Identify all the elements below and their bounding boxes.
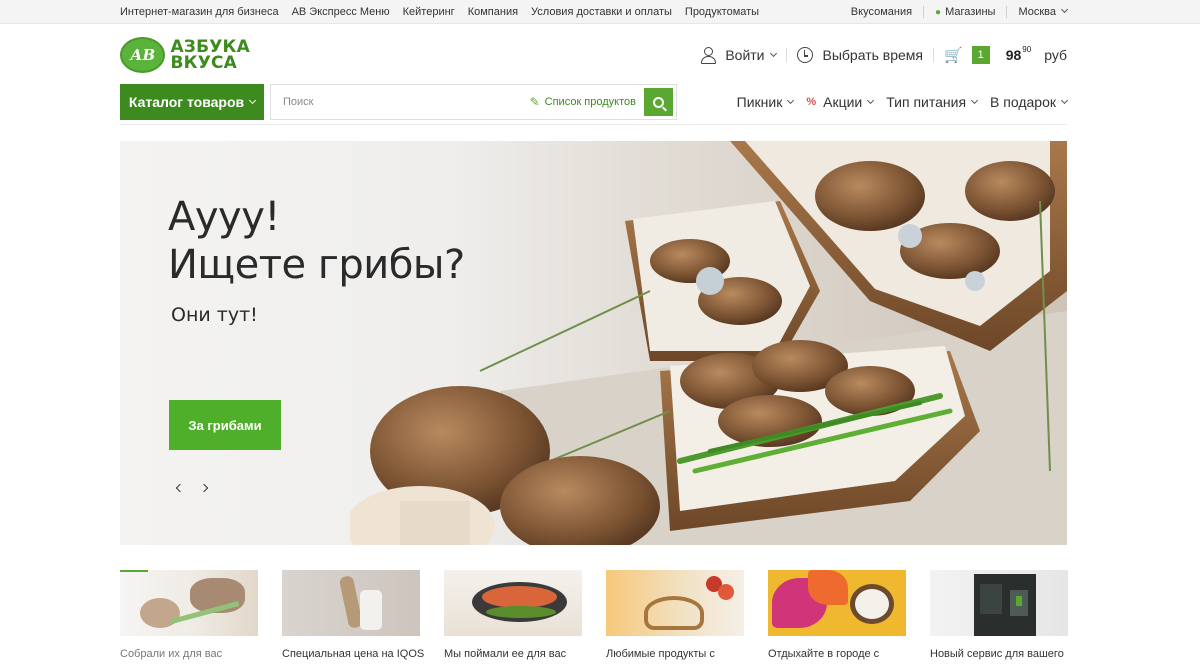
carousel-prev-button[interactable]: [173, 481, 187, 495]
cart-total-cents: 90: [1022, 45, 1032, 54]
choose-time-label: Выбрать время: [822, 47, 924, 63]
city-selector[interactable]: Москва: [1018, 5, 1069, 18]
city-label: Москва: [1018, 6, 1056, 18]
chevron-down-icon: [971, 96, 979, 105]
cart-button[interactable]: 🛒 1 9890 руб: [944, 45, 1067, 64]
clock-icon: [796, 47, 813, 63]
user-icon: [700, 47, 717, 64]
nav-promo-label: Акции: [823, 94, 863, 110]
promo-card-caption: Отдыхайте в городе с: [768, 648, 880, 660]
promo-card-caption: Мы поймали ее для вас: [444, 648, 567, 660]
promo-card-caption: Новый сервис для вашего: [930, 648, 1064, 660]
divider: [923, 6, 925, 18]
link-vending[interactable]: Продуктоматы: [685, 6, 759, 18]
search-box: Поиск ✎ Список продуктов: [270, 84, 677, 120]
promo-card-image: [444, 570, 582, 636]
hero-title-line-1: Аууу!: [168, 194, 280, 240]
promo-card-image: [120, 570, 258, 636]
promo-card[interactable]: Отдыхайте в городе с: [768, 570, 906, 664]
carousel-next-button[interactable]: [197, 481, 211, 495]
link-delivery-payment[interactable]: Условия доставки и оплаты: [531, 6, 672, 18]
stores-label: Магазины: [945, 6, 996, 18]
link-ab-express-menu[interactable]: АВ Экспресс Меню: [292, 6, 390, 18]
divider: [1006, 6, 1008, 18]
active-indicator: [120, 570, 148, 572]
promo-card[interactable]: Любимые продукты с: [606, 570, 744, 664]
nav-diet-label: Тип питания: [886, 94, 967, 110]
nav-gift-label: В подарок: [990, 94, 1056, 110]
login-button[interactable]: Войти: [700, 47, 777, 64]
location-pin-icon: ●: [935, 7, 942, 18]
catalog-button[interactable]: Каталог товаров: [120, 84, 264, 120]
search-input[interactable]: Поиск: [283, 85, 313, 119]
hero-cta-button[interactable]: За грибами: [169, 400, 281, 450]
chevron-down-icon: [769, 49, 777, 58]
shopping-list-label: Список продуктов: [544, 96, 636, 108]
hero-title: Аууу! Ищете грибы?: [168, 193, 465, 289]
link-company[interactable]: Компания: [468, 6, 518, 18]
percent-icon: %: [806, 96, 817, 108]
chevron-down-icon: [249, 96, 257, 105]
hero-banner: Аууу! Ищете грибы? Они тут! За грибами: [120, 141, 1067, 545]
cart-total: 9890: [1005, 45, 1032, 63]
nav-gift[interactable]: В подарок: [990, 94, 1069, 110]
promo-card[interactable]: Новый сервис для вашего: [930, 570, 1068, 664]
divider: [933, 48, 935, 62]
promo-card-image: [930, 570, 1068, 636]
link-stores[interactable]: ● Магазины: [935, 6, 995, 18]
header-actions: Войти Выбрать время 🛒 1 9890 руб: [700, 40, 1067, 70]
site-logo[interactable]: АВ АЗБУКА ВКУСА: [120, 36, 250, 74]
chevron-down-icon: [1060, 96, 1069, 105]
edit-list-icon: ✎: [529, 95, 540, 109]
divider: [785, 48, 787, 62]
promo-card-image: [606, 570, 744, 636]
login-label: Войти: [725, 47, 765, 63]
nav-picnic[interactable]: Пикник: [736, 94, 795, 110]
promo-cards: Собрали их для вас Специальная цена на I…: [120, 570, 1068, 664]
logo-wordmark: АЗБУКА ВКУСА: [170, 39, 250, 73]
top-bar: Интернет-магазин для бизнеса АВ Экспресс…: [0, 0, 1200, 24]
hero-title-line-2: Ищете грибы?: [168, 242, 465, 288]
catalog-label: Каталог товаров: [128, 94, 245, 110]
chevron-down-icon: [787, 96, 795, 105]
promo-card-image: [282, 570, 420, 636]
nav-picnic-label: Пикник: [736, 94, 783, 110]
chevron-left-icon: [175, 483, 185, 493]
logo-line-2: ВКУСА: [170, 53, 238, 73]
link-business-store[interactable]: Интернет-магазин для бизнеса: [120, 6, 279, 18]
header-divider: [120, 124, 1067, 125]
chevron-down-icon: [867, 96, 875, 105]
chevron-right-icon: [199, 483, 209, 493]
cart-total-main: 98: [1005, 47, 1022, 63]
promo-card-caption: Любимые продукты с: [606, 648, 715, 660]
category-nav: Пикник % Акции Тип питания В подарок: [736, 84, 1069, 120]
cart-count-badge: 1: [971, 46, 990, 64]
logo-emblem: АВ: [120, 37, 166, 73]
hero-subtitle: Они тут!: [171, 304, 258, 326]
promo-card[interactable]: Специальная цена на IQOS: [282, 570, 424, 664]
top-links: Интернет-магазин для бизнеса АВ Экспресс…: [120, 0, 759, 24]
top-right: Вкусомания ● Магазины Москва: [851, 0, 1069, 24]
search-button[interactable]: [644, 88, 673, 116]
link-catering[interactable]: Кейтеринг: [403, 6, 455, 18]
logo-mark-text: АВ: [130, 46, 156, 64]
choose-time-button[interactable]: Выбрать время: [796, 47, 924, 63]
promo-card[interactable]: Мы поймали ее для вас: [444, 570, 582, 664]
shopping-list-link[interactable]: ✎ Список продуктов: [530, 85, 636, 119]
chevron-down-icon: [1060, 5, 1069, 14]
nav-diet[interactable]: Тип питания: [886, 94, 979, 110]
promo-card-caption: Специальная цена на IQOS: [282, 648, 425, 660]
currency-label: руб: [1044, 47, 1067, 63]
search-icon: [653, 96, 664, 108]
cart-icon: 🛒: [944, 47, 963, 64]
promo-card-caption: Собрали их для вас: [120, 648, 223, 660]
link-vkusomaniya[interactable]: Вкусомания: [851, 6, 912, 18]
nav-promo[interactable]: % Акции: [806, 94, 875, 110]
promo-card[interactable]: Собрали их для вас: [120, 570, 258, 664]
promo-card-image: [768, 570, 906, 636]
